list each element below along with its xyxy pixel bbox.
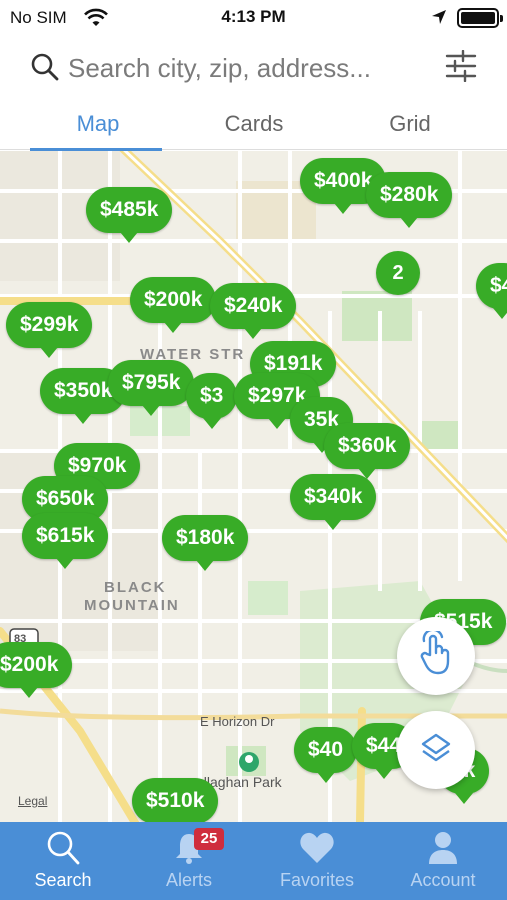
filter-sliders-icon[interactable] (445, 49, 477, 87)
tabbar-item-account[interactable]: Account (380, 822, 506, 900)
area-label-black: BLACK (104, 579, 167, 596)
price-pin[interactable]: $795k (108, 360, 195, 416)
bell-icon (126, 830, 252, 868)
search-bar (0, 42, 507, 94)
price-pin[interactable]: $200k (0, 642, 73, 698)
tabbar-item-favorites[interactable]: Favorites (254, 822, 380, 900)
tab-cards[interactable]: Cards (184, 100, 324, 150)
legal-link[interactable]: Legal (18, 794, 47, 808)
price-pin[interactable]: $485k (86, 187, 173, 243)
cluster-pin[interactable]: 2 (376, 251, 420, 295)
heart-icon (254, 830, 380, 868)
tabbar-item-alerts[interactable]: 25 Alerts (126, 822, 252, 900)
tabbar-label: Favorites (279, 870, 355, 890)
tab-grid[interactable]: Grid (340, 100, 480, 150)
price-pin[interactable]: $240k (210, 283, 297, 339)
location-arrow-icon (431, 9, 447, 30)
area-label-mountain: MOUNTAIN (84, 597, 180, 614)
layers-icon (419, 731, 453, 770)
price-pin[interactable]: $180k (162, 515, 249, 571)
search-icon (30, 52, 60, 87)
tabbar-item-search[interactable]: Search (0, 822, 126, 900)
price-pin[interactable]: $40 (294, 727, 358, 783)
street-label-horizon: E Horizon Dr (200, 714, 275, 729)
map-layers-button[interactable] (397, 711, 475, 789)
tabbar-label: Alerts (165, 870, 212, 890)
person-icon (380, 830, 506, 868)
view-tabs: Map Cards Grid (0, 100, 507, 151)
price-pin[interactable]: $615k (22, 513, 109, 569)
search-input[interactable] (68, 48, 430, 88)
map-view[interactable]: 83 WATER STR BLACK MOUNTAIN E Horizon Dr… (0, 151, 507, 822)
status-bar: No SIM 4:13 PM (0, 0, 507, 36)
tabbar-label: Search (34, 870, 92, 890)
bottom-tab-bar: Search 25 Alerts Favorites Account (0, 822, 507, 900)
draw-search-button[interactable] (397, 617, 475, 695)
tabbar-label: Account (410, 870, 476, 890)
price-pin[interactable]: $340k (290, 474, 377, 530)
price-pin[interactable]: $200k (130, 277, 217, 333)
price-pin[interactable]: $510k (132, 778, 219, 822)
tab-map[interactable]: Map (28, 100, 168, 151)
search-icon (0, 830, 126, 868)
price-pin[interactable]: $3 (186, 373, 238, 429)
price-pin[interactable]: $299k (6, 302, 93, 358)
carrier-label: No SIM (10, 8, 67, 27)
price-pin[interactable]: $360k (324, 423, 411, 479)
price-pin[interactable]: $280k (366, 172, 453, 228)
battery-icon (457, 8, 503, 28)
hand-pointer-icon (416, 628, 456, 682)
wifi-icon (84, 8, 108, 33)
alerts-badge: 25 (194, 828, 224, 850)
